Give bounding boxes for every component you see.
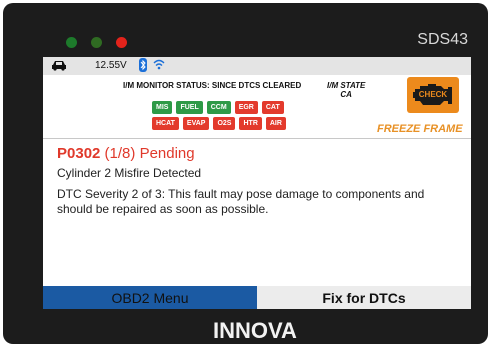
im-state-value: CA (340, 90, 352, 99)
indicator-leds (66, 37, 127, 48)
car-icon (51, 60, 67, 74)
device-model: SDS43 (417, 31, 468, 48)
monitor-badge-htr: HTR (239, 117, 262, 130)
monitor-badge-hcat: HCAT (152, 117, 179, 130)
dtc-header: P0302 (1/8) Pending (57, 145, 195, 162)
dtc-position: (1/8) (104, 145, 136, 162)
dtc-severity-text: DTC Severity 2 of 3: This fault may pose… (57, 187, 425, 216)
led-red (116, 37, 127, 48)
led-green-2 (91, 37, 102, 48)
monitor-badge-egr: EGR (234, 101, 258, 114)
monitor-badge-o2s: O2S (213, 117, 236, 130)
monitor-row-2: HCAT EVAP O2S HTR AIR (152, 117, 286, 130)
bluetooth-icon (139, 58, 147, 75)
led-green-1 (66, 37, 77, 48)
wifi-icon (153, 59, 165, 73)
im-monitor-title: I/M MONITOR STATUS: SINCE DTCS CLEARED (123, 81, 302, 90)
monitor-badge-ccm: CCM (206, 101, 231, 114)
im-state: I/M STATE CA (327, 81, 365, 99)
monitor-badge-evap: EVAP (182, 117, 210, 130)
dtc-code: P0302 (57, 145, 101, 162)
divider (43, 138, 471, 139)
monitor-badge-cat: CAT (261, 101, 284, 114)
check-engine-label: CHECK (418, 90, 448, 99)
monitor-row-1: MIS FUEL CCM EGR CAT (152, 101, 284, 114)
status-bar: 12.55V (43, 57, 471, 75)
brand-logo: INNOVA (213, 318, 297, 343)
fix-for-dtcs-button[interactable]: Fix for DTCs (257, 286, 471, 309)
dtc-status: Pending (139, 145, 195, 162)
display-screen: 12.55V I/M MONITOR STATUS: SINCE DTCS CL… (43, 57, 471, 309)
monitor-badge-air: AIR (265, 117, 286, 130)
monitor-badge-fuel: FUEL (176, 101, 203, 114)
obd2-menu-button[interactable]: OBD2 Menu (43, 286, 257, 309)
monitor-badge-mis: MIS (152, 101, 173, 114)
check-engine-icon[interactable]: CHECK (407, 77, 459, 113)
battery-voltage: 12.55V (95, 60, 127, 71)
scan-tool-device: SDS43 12.55V I/M MONITOR STATUS: SINCE D… (3, 3, 488, 344)
im-state-label: I/M STATE (327, 81, 366, 90)
dtc-description: Cylinder 2 Misfire Detected (57, 166, 202, 180)
freeze-frame-link[interactable]: FREEZE FRAME (377, 123, 463, 135)
